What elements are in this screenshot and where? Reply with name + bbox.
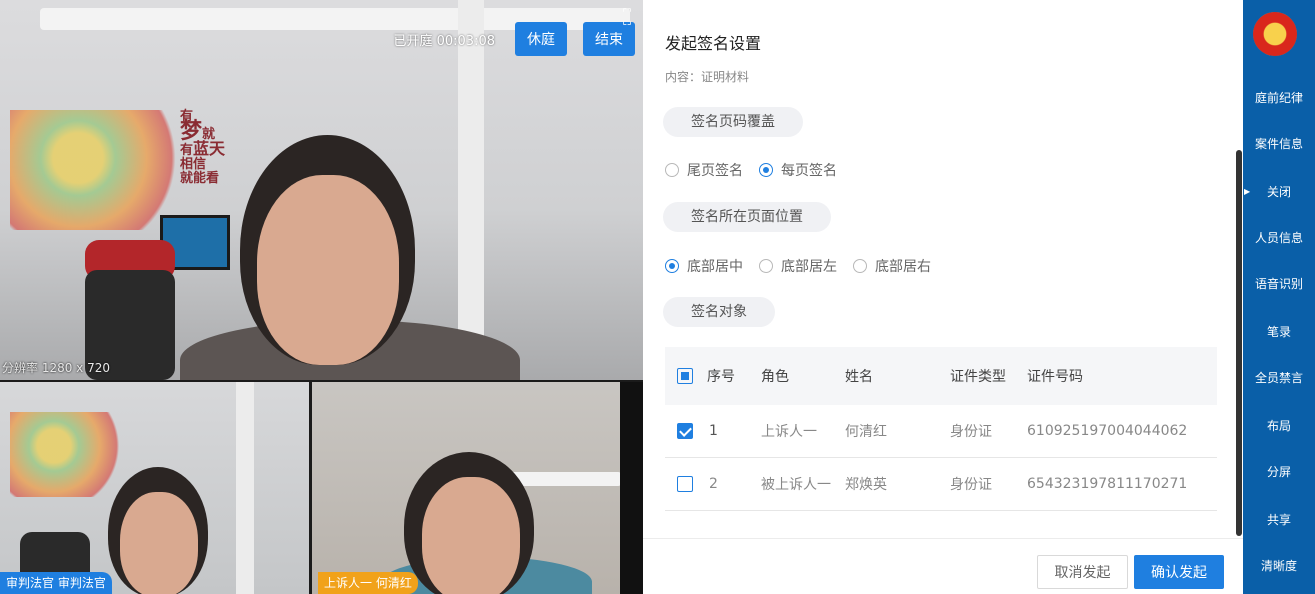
participant-video-appellant[interactable]: 上诉人一 何清红 xyxy=(312,382,620,594)
nav-label: 关闭 xyxy=(1266,184,1291,199)
nav-label: 庭前纪律 xyxy=(1254,90,1303,105)
section-page-position: 签名所在页面位置 xyxy=(663,202,831,232)
pillar xyxy=(458,0,484,380)
court-control-bar: 已开庭 00:03:08 休庭 结束 xyxy=(393,22,635,56)
nav-transcript[interactable]: 笔录 xyxy=(1243,308,1315,354)
cell-role: 上诉人一 xyxy=(761,424,817,440)
radio-label: 底部居中 xyxy=(687,259,743,275)
radio-bottom-right[interactable]: 底部居右 xyxy=(853,256,931,276)
nav-personnel[interactable]: 人员信息 xyxy=(1243,214,1315,260)
radio-icon xyxy=(759,163,773,177)
radio-bottom-center[interactable]: 底部居中 xyxy=(665,256,743,276)
main-video[interactable]: 有 梦就 有蓝天 相信 就能看 已开庭 00:03:08 休庭 结束 ⌜⌝ ⌞⌟ … xyxy=(0,0,643,380)
video-gap xyxy=(620,382,643,594)
nav-label: 全员禁言 xyxy=(1254,370,1303,385)
radio-icon xyxy=(665,163,679,177)
participant-video-judge[interactable]: 审判法官 审判法官 xyxy=(0,382,309,594)
pillar xyxy=(236,382,254,594)
radio-icon xyxy=(665,259,679,273)
participant-name-tag: 审判法官 审判法官 xyxy=(0,572,112,594)
dialog-footer: 取消发起 确认发起 xyxy=(643,538,1243,594)
dialog-title: 发起签名设置 xyxy=(665,34,762,53)
cell-index: 1 xyxy=(709,423,718,439)
dialog-content: 内容：证明材料 xyxy=(665,70,750,84)
nav-label: 共享 xyxy=(1266,512,1291,527)
cell-name: 郑焕英 xyxy=(845,477,887,493)
nav-split-screen[interactable]: 分屏 xyxy=(1243,448,1315,494)
nav-label: 语音识别 xyxy=(1254,276,1303,291)
person-face xyxy=(257,175,399,365)
radio-label: 底部居右 xyxy=(875,259,931,275)
nav-label: 案件信息 xyxy=(1254,136,1303,151)
cell-id-no: 654323197811170271 xyxy=(1027,476,1188,492)
cell-id-type: 身份证 xyxy=(950,477,992,493)
col-index: 序号 xyxy=(707,369,735,385)
radio-every-page[interactable]: 每页签名 xyxy=(759,160,837,180)
page-cover-options: 尾页签名 每页签名 xyxy=(665,160,853,180)
recess-button[interactable]: 休庭 xyxy=(515,22,567,56)
video-area: 有 梦就 有蓝天 相信 就能看 已开庭 00:03:08 休庭 结束 ⌜⌝ ⌞⌟ … xyxy=(0,0,643,594)
radio-icon xyxy=(853,259,867,273)
confirm-button[interactable]: 确认发起 xyxy=(1134,555,1224,589)
table-header: 序号 角色 姓名 证件类型 证件号码 xyxy=(665,347,1217,405)
signer-table: 序号 角色 姓名 证件类型 证件号码 1 上诉人一 何清红 身份证 610925… xyxy=(665,347,1217,511)
nav-speech-recognition[interactable]: 语音识别 xyxy=(1243,260,1315,306)
table-row[interactable]: 1 上诉人一 何清红 身份证 610925197004044062 xyxy=(665,405,1217,458)
side-nav: 庭前纪律 案件信息 ▶ 关闭 人员信息 语音识别 笔录 全员禁言 布局 分屏 共享… xyxy=(1243,0,1315,594)
radio-icon xyxy=(759,259,773,273)
wall-slogan: 有 梦就 有蓝天 相信 就能看 xyxy=(180,109,226,186)
row-checkbox[interactable] xyxy=(677,405,693,457)
nav-label: 分屏 xyxy=(1266,464,1291,479)
col-role: 角色 xyxy=(761,369,789,385)
nav-case-info[interactable]: 案件信息 xyxy=(1243,120,1315,166)
nav-close[interactable]: ▶ 关闭 xyxy=(1243,168,1315,214)
select-all-checkbox[interactable] xyxy=(677,347,693,405)
table-row[interactable]: 2 被上诉人一 郑焕英 身份证 654323197811170271 xyxy=(665,458,1217,511)
cell-role: 被上诉人一 xyxy=(761,477,831,493)
participant-name-tag: 上诉人一 何清红 xyxy=(318,572,418,594)
nav-share[interactable]: 共享 xyxy=(1243,496,1315,542)
radio-label: 底部居左 xyxy=(781,259,837,275)
resolution-label: 分辨率 1280 x 720 xyxy=(2,361,110,375)
nav-label: 笔录 xyxy=(1266,324,1291,339)
nav-label: 清晰度 xyxy=(1260,558,1297,573)
nav-discipline[interactable]: 庭前纪律 xyxy=(1243,74,1315,120)
cancel-button[interactable]: 取消发起 xyxy=(1037,555,1128,589)
position-options: 底部居中 底部居左 底部居右 xyxy=(665,256,947,276)
court-timer: 已开庭 00:03:08 xyxy=(393,33,495,49)
cell-name: 何清红 xyxy=(845,424,887,440)
col-name: 姓名 xyxy=(845,369,873,385)
person-face xyxy=(422,477,520,594)
cell-id-type: 身份证 xyxy=(950,424,992,440)
radio-last-page[interactable]: 尾页签名 xyxy=(665,160,743,180)
nav-resolution[interactable]: 清晰度 xyxy=(1243,542,1315,588)
signature-dialog: 发起签名设置 内容：证明材料 签名页码覆盖 尾页签名 每页签名 签名所在页面位置… xyxy=(643,0,1243,594)
cell-index: 2 xyxy=(709,476,718,492)
arrow-right-icon: ▶ xyxy=(1244,186,1251,196)
section-target: 签名对象 xyxy=(663,297,775,327)
radio-label: 每页签名 xyxy=(781,163,837,179)
scrollbar[interactable] xyxy=(1236,150,1242,536)
court-emblem-icon xyxy=(1253,12,1297,56)
radio-bottom-left[interactable]: 底部居左 xyxy=(759,256,837,276)
wall-map xyxy=(10,110,180,230)
col-id-no: 证件号码 xyxy=(1027,369,1083,385)
col-id-type: 证件类型 xyxy=(950,369,1006,385)
nav-label: 布局 xyxy=(1266,418,1291,433)
person-face xyxy=(120,492,198,594)
nav-mute-all[interactable]: 全员禁言 xyxy=(1243,354,1315,400)
wall-map xyxy=(10,412,120,497)
radio-label: 尾页签名 xyxy=(687,163,743,179)
cell-id-no: 610925197004044062 xyxy=(1027,423,1188,439)
section-page-cover: 签名页码覆盖 xyxy=(663,107,803,137)
row-checkbox[interactable] xyxy=(677,458,693,510)
end-button[interactable]: 结束 xyxy=(583,22,635,56)
nav-label: 人员信息 xyxy=(1254,230,1303,245)
fullscreen-icon[interactable]: ⌜⌝ ⌞⌟ xyxy=(619,9,635,27)
nav-layout[interactable]: 布局 xyxy=(1243,402,1315,448)
